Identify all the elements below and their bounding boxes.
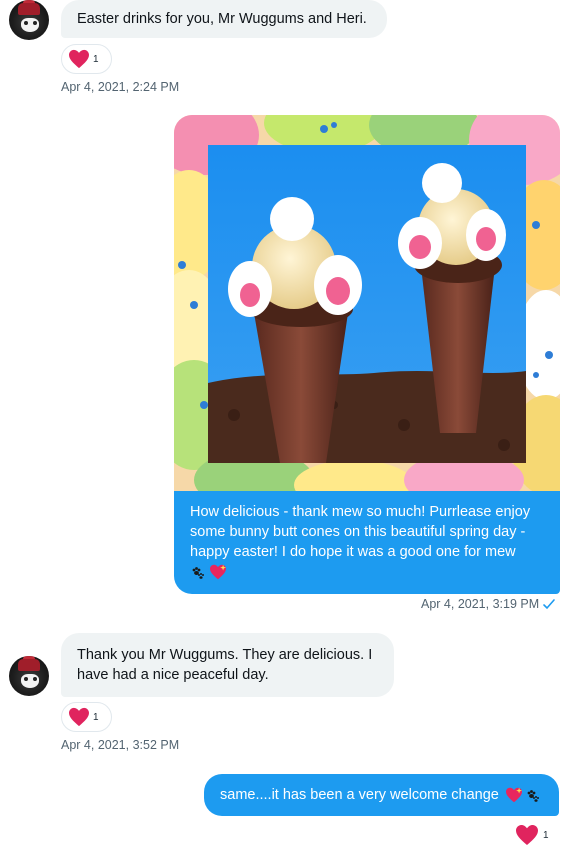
message-timestamp: Apr 4, 2021, 3:19 PM (421, 597, 556, 611)
heart-icon (69, 707, 89, 727)
heart-icon (69, 49, 89, 69)
message-text: Easter drinks for you, Mr Wuggums and He… (77, 11, 367, 27)
reaction-count: 1 (93, 711, 99, 723)
avatar[interactable] (9, 656, 49, 696)
message-text: same....it has been a very welcome chang… (220, 787, 499, 803)
paw-prints-icon (192, 567, 204, 579)
avatar[interactable] (9, 0, 49, 40)
paw-prints-icon (527, 790, 539, 802)
reaction-count: 1 (543, 829, 549, 841)
message-timestamp: Apr 4, 2021, 3:52 PM (61, 738, 180, 752)
message-bubble: Easter drinks for you, Mr Wuggums and He… (61, 0, 387, 38)
message-text: How delicious - thank mew so much! Purrl… (190, 504, 531, 560)
message-bubble: How delicious - thank mew so much! Purrl… (174, 491, 560, 594)
timestamp-text: Apr 4, 2021, 3:19 PM (421, 597, 540, 611)
sparkling-heart-icon (505, 787, 522, 803)
heart-icon (516, 825, 538, 845)
message-bubble: same....it has been a very welcome chang… (204, 774, 559, 816)
message-bubble: Thank you Mr Wuggums. They are delicious… (61, 633, 394, 697)
sparkling-heart-icon (210, 564, 226, 580)
easter-image (174, 115, 560, 491)
reaction-count: 1 (93, 53, 99, 65)
message-text-line: have had a nice peaceful day. (77, 667, 269, 683)
reaction-badge[interactable]: 1 (514, 824, 549, 846)
message-timestamp: Apr 4, 2021, 2:24 PM (61, 80, 180, 94)
message-image[interactable] (174, 115, 560, 491)
message-text-line: Thank you Mr Wuggums. They are delicious… (77, 647, 373, 663)
reaction-badge[interactable]: 1 (61, 44, 112, 74)
check-icon (543, 599, 555, 610)
reaction-badge[interactable]: 1 (61, 702, 112, 732)
